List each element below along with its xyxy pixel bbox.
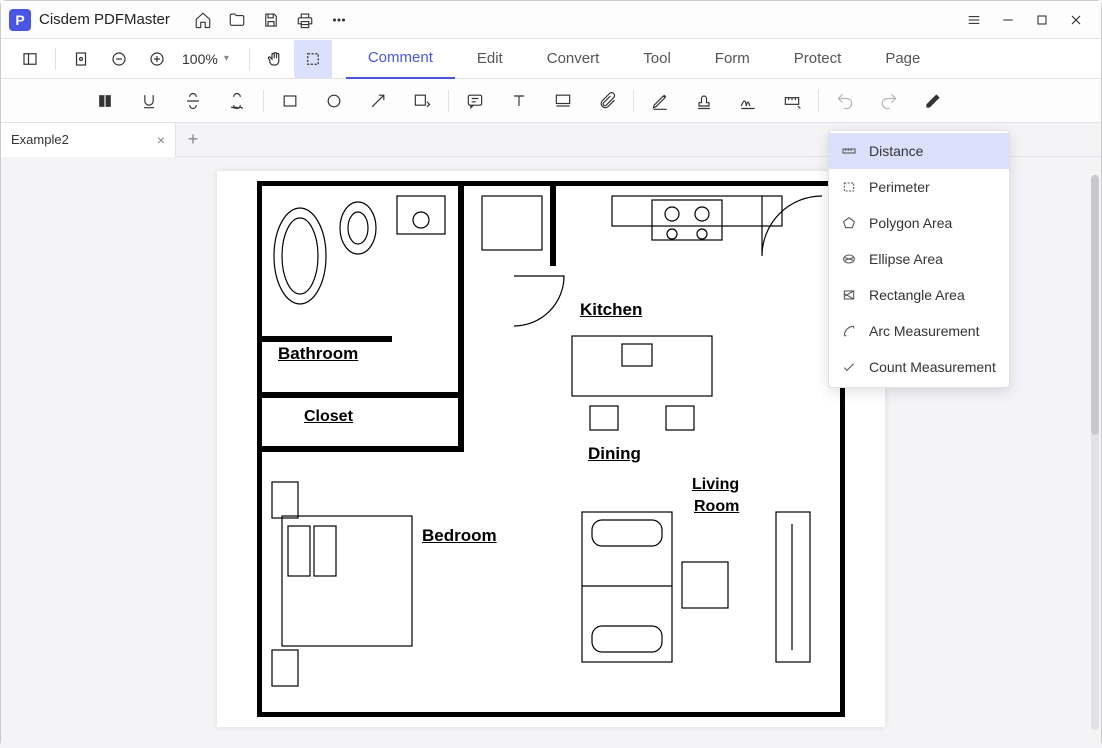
hand-tool-icon[interactable]	[256, 40, 294, 78]
pencil-tool-icon[interactable]	[638, 80, 682, 122]
add-tab-button[interactable]: +	[176, 129, 210, 150]
sidebar-toggle-icon[interactable]	[11, 40, 49, 78]
rectangle-tool-icon[interactable]	[268, 80, 312, 122]
dropdown-item-ellipse-area[interactable]: Ellipse Area	[829, 241, 1009, 277]
ruler-icon	[841, 143, 857, 159]
tab-edit[interactable]: Edit	[455, 39, 525, 79]
shape-dropdown-icon[interactable]	[400, 80, 444, 122]
measure-tool-icon[interactable]	[770, 80, 814, 122]
floorplan-furniture	[262, 186, 840, 712]
dropdown-item-count[interactable]: Count Measurement	[829, 349, 1009, 385]
tab-comment[interactable]: Comment	[346, 39, 455, 79]
open-folder-icon[interactable]	[220, 1, 254, 39]
pdf-page: Bathroom Kitchen Closet Dining Bedroom L…	[217, 171, 885, 727]
note-tool-icon[interactable]	[453, 80, 497, 122]
rect-dash-icon	[841, 179, 857, 195]
app-title: Cisdem PDFMaster	[39, 11, 170, 28]
more-icon[interactable]	[322, 1, 356, 39]
close-button[interactable]	[1059, 1, 1093, 39]
callout-tool-icon[interactable]	[541, 80, 585, 122]
hamburger-menu-icon[interactable]	[957, 1, 991, 39]
app-logo: P	[9, 9, 31, 31]
minimize-button[interactable]	[991, 1, 1025, 39]
arc-icon	[841, 323, 857, 339]
page-nav-icon[interactable]	[62, 40, 100, 78]
redo-button[interactable]	[867, 80, 911, 122]
strikethrough-tool-icon[interactable]	[171, 80, 215, 122]
print-icon[interactable]	[288, 1, 322, 39]
polygon-icon	[841, 215, 857, 231]
measure-dropdown: Distance Perimeter Polygon Area Ellipse …	[828, 130, 1010, 388]
ellipse-hatch-icon	[841, 251, 857, 267]
zoom-level[interactable]: 100%▾	[176, 51, 235, 67]
zoom-out-button[interactable]	[100, 40, 138, 78]
close-tab-icon[interactable]: ×	[157, 132, 165, 148]
main-toolbar: 100%▾ Comment Edit Convert Tool Form Pro…	[1, 39, 1101, 79]
tab-page[interactable]: Page	[863, 39, 942, 79]
dropdown-item-perimeter[interactable]: Perimeter	[829, 169, 1009, 205]
save-icon[interactable]	[254, 1, 288, 39]
dropdown-item-arc[interactable]: Arc Measurement	[829, 313, 1009, 349]
home-icon[interactable]	[186, 1, 220, 39]
tab-convert[interactable]: Convert	[525, 39, 622, 79]
signature-tool-icon[interactable]	[726, 80, 770, 122]
marquee-select-icon[interactable]	[294, 40, 332, 78]
tab-protect[interactable]: Protect	[772, 39, 864, 79]
tab-tool[interactable]: Tool	[621, 39, 693, 79]
rect-hatch-icon	[841, 287, 857, 303]
highlight-tool-icon[interactable]	[83, 80, 127, 122]
undo-button[interactable]	[823, 80, 867, 122]
circle-tool-icon[interactable]	[312, 80, 356, 122]
document-tab[interactable]: Example2 ×	[1, 123, 176, 157]
dropdown-item-distance[interactable]: Distance	[829, 133, 1009, 169]
zoom-in-button[interactable]	[138, 40, 176, 78]
annotation-toolbar	[1, 79, 1101, 123]
title-bar: P Cisdem PDFMaster	[1, 1, 1101, 39]
check-icon	[841, 359, 857, 375]
text-tool-icon[interactable]	[497, 80, 541, 122]
eraser-tool-icon[interactable]	[911, 80, 955, 122]
floorplan: Bathroom Kitchen Closet Dining Bedroom L…	[257, 181, 845, 717]
arrow-tool-icon[interactable]	[356, 80, 400, 122]
dropdown-item-polygon-area[interactable]: Polygon Area	[829, 205, 1009, 241]
tab-form[interactable]: Form	[693, 39, 772, 79]
vertical-scrollbar[interactable]	[1091, 175, 1099, 730]
underline-tool-icon[interactable]	[127, 80, 171, 122]
stamp-tool-icon[interactable]	[682, 80, 726, 122]
attachment-tool-icon[interactable]	[585, 80, 629, 122]
document-tab-label: Example2	[11, 132, 69, 147]
dropdown-item-rectangle-area[interactable]: Rectangle Area	[829, 277, 1009, 313]
squiggly-tool-icon[interactable]	[215, 80, 259, 122]
maximize-button[interactable]	[1025, 1, 1059, 39]
